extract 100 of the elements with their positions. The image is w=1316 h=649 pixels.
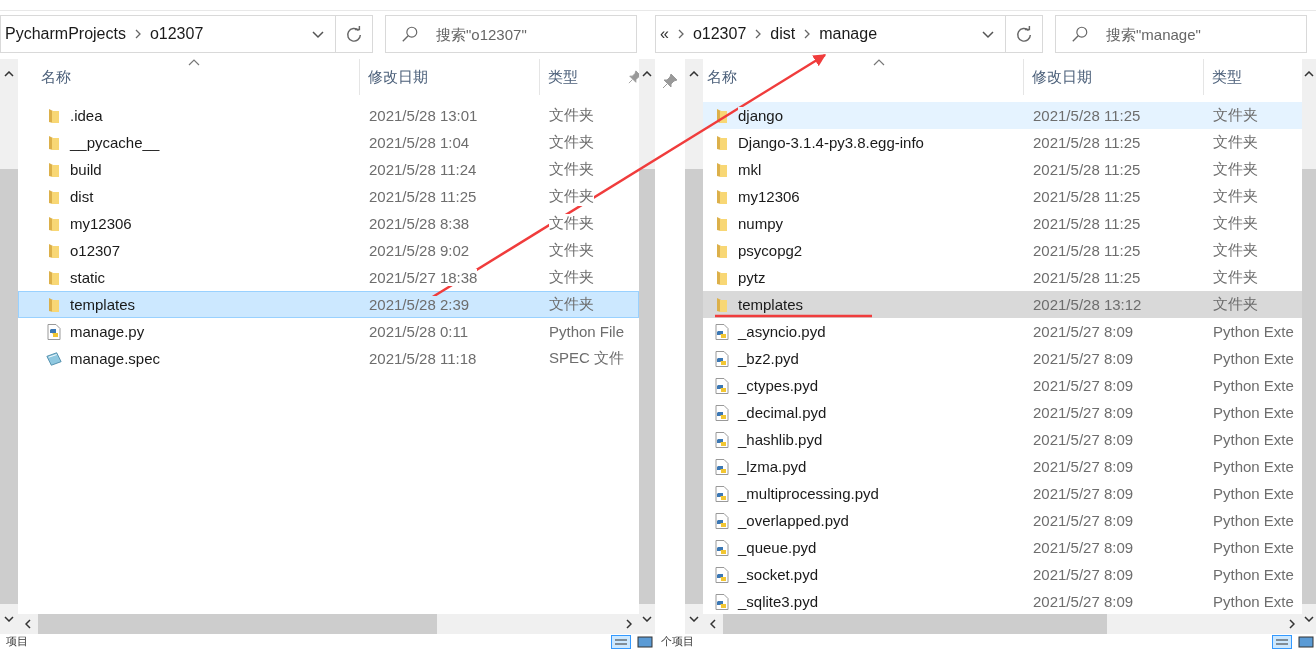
folder-icon — [714, 161, 730, 178]
folder-icon — [714, 107, 730, 124]
file-name: _lzma.pyd — [738, 458, 807, 475]
modified-date: 2021/5/28 1:04 — [369, 134, 470, 151]
file-type: Python Exte — [1213, 566, 1294, 583]
folder-icon — [46, 242, 62, 259]
file-row[interactable]: manage.py 2021/5/28 0:11 Python File — [18, 318, 639, 345]
folder-icon — [714, 134, 730, 151]
scrollbar[interactable] — [639, 59, 655, 634]
dropdown-icon[interactable] — [981, 29, 995, 39]
file-row[interactable]: _socket.pyd 2021/5/27 8:09 Python Exte — [703, 561, 1302, 588]
file-row[interactable]: django 2021/5/28 11:25 文件夹 — [703, 102, 1302, 129]
search-field[interactable]: 搜索"manage" — [1055, 15, 1307, 53]
python-file-icon — [714, 485, 730, 502]
scrollbar[interactable] — [1302, 59, 1316, 634]
file-row[interactable]: _hashlib.pyd 2021/5/27 8:09 Python Exte — [703, 426, 1302, 453]
file-type: Python Exte — [1213, 404, 1294, 421]
file-row[interactable]: Django-3.1.4-py3.8.egg-info 2021/5/28 11:25 文件夹 — [703, 129, 1302, 156]
file-type: Python Exte — [1213, 593, 1294, 610]
file-row[interactable]: pytz 2021/5/28 11:25 文件夹 — [703, 264, 1302, 291]
column-header[interactable]: 名称 — [41, 67, 71, 87]
thumbnail-view-icon[interactable] — [1296, 634, 1316, 649]
address-bar[interactable]: « o12307 dist manage — [655, 15, 1006, 53]
folder-icon — [714, 269, 730, 286]
scroll-left-icon[interactable] — [710, 619, 716, 629]
python-file-icon — [714, 377, 730, 394]
breadcrumb[interactable]: o12307 — [149, 25, 204, 43]
breadcrumb[interactable]: manage — [819, 25, 878, 43]
overflow-chevron[interactable]: « — [660, 25, 669, 43]
file-row[interactable]: my12306 2021/5/28 8:38 文件夹 — [18, 210, 639, 237]
refresh-button[interactable] — [336, 15, 373, 53]
search-field[interactable]: 搜索"o12307" — [385, 15, 637, 53]
file-row[interactable]: manage.spec 2021/5/28 11:18 SPEC 文件 — [18, 345, 639, 372]
file-type: Python Exte — [1213, 458, 1294, 475]
breadcrumb[interactable]: dist — [770, 25, 796, 43]
breadcrumb[interactable]: PycharmProjects — [5, 25, 126, 43]
file-row[interactable]: build 2021/5/28 11:24 文件夹 — [18, 156, 639, 183]
folder-icon — [46, 134, 62, 151]
file-type: 文件夹 — [1213, 187, 1258, 206]
file-row[interactable]: _sqlite3.pyd 2021/5/27 8:09 Python Exte — [703, 588, 1302, 614]
column-header[interactable]: 类型 — [1212, 67, 1242, 87]
column-header[interactable]: 类型 — [548, 67, 578, 87]
file-row[interactable]: .idea 2021/5/28 13:01 文件夹 — [18, 102, 639, 129]
column-header[interactable]: 名称 — [707, 67, 737, 87]
scrollbar[interactable] — [685, 59, 703, 634]
column-header[interactable]: 修改日期 — [368, 67, 428, 87]
dropdown-icon[interactable] — [311, 29, 325, 39]
column-header[interactable]: 修改日期 — [1032, 67, 1092, 87]
scroll-right-icon[interactable] — [626, 619, 632, 629]
python-file-icon — [714, 350, 730, 367]
chevron-icon — [803, 28, 812, 40]
file-row[interactable]: _bz2.pyd 2021/5/27 8:09 Python Exte — [703, 345, 1302, 372]
modified-date: 2021/5/28 2:39 — [369, 296, 470, 313]
python-file-icon — [714, 566, 730, 583]
file-type: 文件夹 — [549, 133, 594, 152]
modified-date: 2021/5/28 9:02 — [369, 242, 470, 259]
pin-icon[interactable] — [628, 70, 639, 84]
modified-date: 2021/5/27 8:09 — [1033, 350, 1134, 367]
file-type: Python Exte — [1213, 350, 1294, 367]
file-type: Python File — [549, 323, 625, 340]
file-row[interactable]: templates 2021/5/28 2:39 文件夹 — [18, 291, 639, 318]
python-file-icon — [714, 539, 730, 556]
file-type: 文件夹 — [549, 106, 594, 125]
file-row[interactable]: templates 2021/5/28 13:12 文件夹 — [703, 291, 1302, 318]
file-row[interactable]: dist 2021/5/28 11:25 文件夹 — [18, 183, 639, 210]
breadcrumb[interactable]: o12307 — [692, 25, 747, 43]
file-row[interactable]: _multiprocessing.pyd 2021/5/27 8:09 Python Exte — [703, 480, 1302, 507]
modified-date: 2021/5/28 11:25 — [1033, 242, 1141, 259]
file-row[interactable]: _overlapped.pyd 2021/5/27 8:09 Python Exte — [703, 507, 1302, 534]
file-row[interactable]: my12306 2021/5/28 11:25 文件夹 — [703, 183, 1302, 210]
file-row[interactable]: _queue.pyd 2021/5/27 8:09 Python Exte — [703, 534, 1302, 561]
modified-date: 2021/5/27 8:09 — [1033, 593, 1134, 610]
file-row[interactable]: psycopg2 2021/5/28 11:25 文件夹 — [703, 237, 1302, 264]
folder-icon — [714, 296, 730, 313]
address-bar[interactable]: PycharmProjects o12307 — [0, 15, 336, 53]
file-row[interactable]: _decimal.pyd 2021/5/27 8:09 Python Exte — [703, 399, 1302, 426]
scroll-left-icon[interactable] — [25, 619, 31, 629]
file-row[interactable]: _lzma.pyd 2021/5/27 8:09 Python Exte — [703, 453, 1302, 480]
file-row[interactable]: mkl 2021/5/28 11:25 文件夹 — [703, 156, 1302, 183]
file-row[interactable]: o12307 2021/5/28 9:02 文件夹 — [18, 237, 639, 264]
file-row[interactable]: numpy 2021/5/28 11:25 文件夹 — [703, 210, 1302, 237]
modified-date: 2021/5/28 11:25 — [1033, 107, 1141, 124]
scroll-right-icon[interactable] — [1289, 619, 1295, 629]
python-file-icon — [714, 323, 730, 340]
details-view-icon[interactable] — [1272, 634, 1292, 649]
file-row[interactable]: _ctypes.pyd 2021/5/27 8:09 Python Exte — [703, 372, 1302, 399]
file-row[interactable]: __pycache__ 2021/5/28 1:04 文件夹 — [18, 129, 639, 156]
modified-date: 2021/5/28 0:11 — [369, 323, 468, 340]
file-name: static — [70, 269, 105, 286]
thumbnail-view-icon[interactable] — [635, 634, 655, 649]
file-name: django — [738, 107, 784, 124]
pin-icon[interactable] — [662, 73, 678, 89]
details-view-icon[interactable] — [611, 634, 631, 649]
file-row[interactable]: _asyncio.pyd 2021/5/27 8:09 Python Exte — [703, 318, 1302, 345]
refresh-button[interactable] — [1006, 15, 1043, 53]
file-row[interactable]: static 2021/5/27 18:38 文件夹 — [18, 264, 639, 291]
modified-date: 2021/5/27 8:09 — [1033, 377, 1134, 394]
folder-icon — [714, 215, 730, 232]
scrollbar[interactable] — [0, 59, 18, 634]
refresh-icon — [1015, 25, 1033, 43]
